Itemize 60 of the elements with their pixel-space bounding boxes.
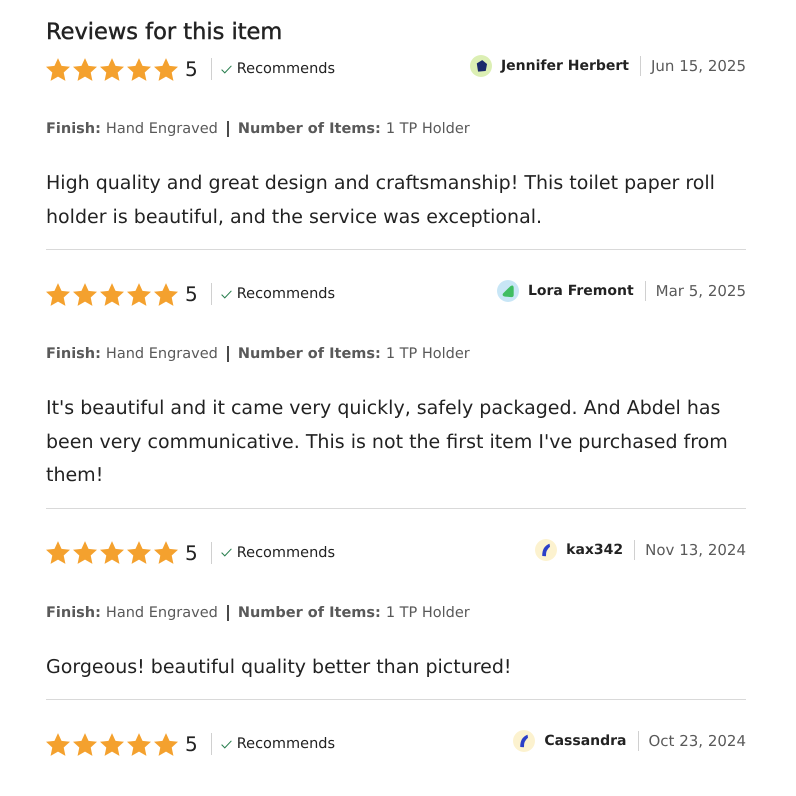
avatar-icon (496, 280, 519, 302)
variation-value: Hand Engraved (106, 345, 218, 364)
reviewer-name[interactable]: Cassandra (544, 731, 626, 751)
reviewer-name[interactable]: Lora Fremont (528, 281, 634, 301)
review-text: It's beautiful and it came very quickly, safely packaged. And Abdel has been very communicative. This is not the first item I've purchased from them! (46, 396, 729, 488)
check-icon (220, 290, 232, 298)
variation-value: 1 TP Holder (386, 120, 470, 139)
star-icon (100, 58, 124, 80)
review-date: Mar 5, 2025 (656, 281, 746, 301)
review-date: Oct 23, 2024 (648, 731, 746, 751)
section-title: Reviews for this item (46, 18, 284, 47)
star-icon (46, 732, 70, 756)
star-icon (100, 732, 124, 756)
star-icon (73, 58, 97, 80)
variation-label: Finish: (46, 604, 101, 622)
variation-label: Finish: (46, 345, 101, 364)
variation-label: Number of Items: (238, 120, 381, 139)
star-icon (154, 282, 178, 306)
star-icon (154, 58, 178, 80)
variation-label: Finish: (46, 120, 101, 139)
variation-value: 1 TP Holder (386, 345, 470, 364)
star-icon (73, 282, 97, 306)
rating-value: 5 (185, 281, 198, 308)
star-icon (154, 732, 178, 756)
reviewer-name[interactable]: kax342 (566, 540, 624, 560)
star-icon (127, 282, 151, 306)
recommends-label: Recommends (236, 544, 336, 562)
star-icon (127, 541, 151, 564)
variation-value: Hand Engraved (106, 120, 218, 139)
rating-value: 5 (185, 56, 198, 83)
review-date: Nov 13, 2024 (645, 540, 746, 560)
star-icon (100, 541, 124, 564)
star-icon (100, 282, 124, 306)
rating-value: 5 (185, 731, 198, 758)
reviewer-name[interactable]: Jennifer Herbert (500, 56, 629, 76)
check-icon (220, 64, 232, 74)
check-icon (220, 548, 232, 557)
review-text: Gorgeous! beautiful quality better than pictured! (46, 654, 512, 680)
star-icon (154, 541, 178, 564)
avatar-icon (535, 538, 558, 560)
variation-value: Hand Engraved (106, 604, 218, 622)
check-icon (220, 740, 232, 748)
star-icon (46, 282, 70, 306)
recommends-label: Recommends (236, 735, 336, 754)
variation-label: Number of Items: (238, 345, 381, 364)
recommends-label: Recommends (236, 285, 336, 304)
star-icon (46, 541, 70, 564)
variation-label: Number of Items: (238, 604, 381, 622)
rating-value: 5 (185, 540, 198, 566)
star-icon (127, 732, 151, 756)
avatar-icon (470, 55, 492, 77)
recommends-label: Recommends (236, 60, 336, 79)
avatar-icon (513, 730, 536, 752)
star-icon (127, 58, 151, 80)
variation-value: 1 TP Holder (386, 604, 470, 622)
review-text: High quality and great design and craftsmanship! This toilet paper roll holder is beautiful, and the service was exceptional. (46, 171, 716, 230)
star-icon (73, 732, 97, 756)
star-icon (73, 541, 97, 564)
review-date: Jun 15, 2025 (650, 56, 746, 76)
star-icon (46, 58, 70, 80)
